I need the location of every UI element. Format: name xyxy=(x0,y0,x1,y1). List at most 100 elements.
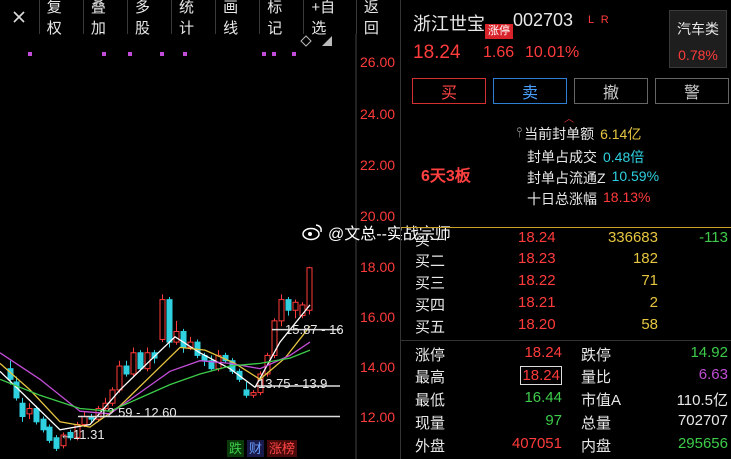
seal-row: 封单占流通Z 10.59% xyxy=(527,168,659,188)
stats-row: 最高 18.24 量比 6.63 xyxy=(401,366,731,388)
candle-body[interactable] xyxy=(53,437,60,449)
close-button[interactable] xyxy=(0,0,39,34)
candle-body[interactable] xyxy=(46,426,53,441)
seal-label: 当前封单额 xyxy=(524,126,595,142)
candle-body[interactable] xyxy=(166,299,173,343)
tag-fall[interactable]: 跌 xyxy=(227,440,245,457)
diamond-icon[interactable] xyxy=(300,35,312,47)
candle-body[interactable] xyxy=(271,320,278,356)
stat-label: 最高 xyxy=(415,369,446,386)
draw-line-button[interactable]: 画线 xyxy=(215,0,259,37)
candle-body[interactable] xyxy=(250,392,257,396)
overlay-button[interactable]: 叠加 xyxy=(82,0,127,37)
candle-body[interactable] xyxy=(278,299,285,322)
ob-volume: 71 xyxy=(641,272,658,289)
ob-price: 18.24 xyxy=(518,229,556,246)
alert-button[interactable]: 警 xyxy=(655,78,729,104)
cancel-order-button[interactable]: 撤 xyxy=(574,78,648,104)
stat-label: 总量 xyxy=(581,415,612,432)
candle-body[interactable] xyxy=(159,299,166,340)
range-annotation-mid: 13.75 - 13.9 xyxy=(258,376,328,391)
ob-volume: 336683 xyxy=(607,229,658,246)
orderbook-divider xyxy=(401,227,731,228)
candle-body[interactable] xyxy=(180,331,187,348)
close-icon xyxy=(13,11,25,23)
orderbook-row: 买一 18.24 336683 -113 xyxy=(401,229,731,252)
ob-price: 18.21 xyxy=(518,294,556,311)
y-tick-label: 24.00 xyxy=(360,106,396,122)
tag-finance[interactable]: 财 xyxy=(247,440,265,457)
low-price-annotation: ←11.31 xyxy=(60,427,105,442)
mark-button[interactable]: 标记 xyxy=(259,0,303,37)
candle-body[interactable] xyxy=(81,416,88,425)
info-pin-icon: ⫯ xyxy=(516,124,523,140)
candle-body[interactable] xyxy=(137,352,144,370)
stat-label: 内盘 xyxy=(581,438,612,455)
ob-volume: 182 xyxy=(632,250,658,267)
current-price: 18.24 xyxy=(413,42,461,63)
stat-label: 量比 xyxy=(581,369,612,386)
add-watchlist-button[interactable]: +自选 xyxy=(303,0,356,37)
candle-body[interactable] xyxy=(26,408,33,415)
candle-body[interactable] xyxy=(285,299,292,311)
candle-body[interactable] xyxy=(243,389,250,396)
candle-body[interactable] xyxy=(19,402,26,417)
orderbook-row: 买三 18.22 71 xyxy=(401,272,731,295)
event-marker[interactable] xyxy=(272,52,276,56)
range-annotation-high: 15.87 - 16 xyxy=(285,322,344,337)
candle-body[interactable] xyxy=(306,267,313,311)
ob-price: 18.23 xyxy=(518,250,556,267)
stat-label: 现量 xyxy=(415,415,446,432)
sell-button[interactable]: 卖 xyxy=(493,78,567,104)
consecutive-board-label: 6天3板 xyxy=(421,168,471,185)
price-change: 1.66 xyxy=(483,44,515,61)
event-marker[interactable] xyxy=(102,52,106,56)
candle-body[interactable] xyxy=(40,418,47,431)
buy-button[interactable]: 买 xyxy=(412,78,486,104)
stats-row: 外盘 407051 内盘 295656 xyxy=(401,435,731,457)
kline-chart[interactable] xyxy=(0,34,400,459)
event-marker[interactable] xyxy=(28,52,32,56)
seal-row: ⫯ 当前封单额 6.14亿 xyxy=(516,124,641,144)
ob-label: 买三 xyxy=(415,275,446,292)
stat-label: 市值A xyxy=(581,392,622,409)
orderbook-row: 买二 18.23 182 xyxy=(401,250,731,273)
candle-body[interactable] xyxy=(130,352,137,375)
candle-body[interactable] xyxy=(116,365,123,391)
stat-value: 18.24 xyxy=(520,366,562,385)
event-marker[interactable] xyxy=(183,52,187,56)
event-marker[interactable] xyxy=(128,52,132,56)
multi-stock-button[interactable]: 多股 xyxy=(126,0,171,37)
seal-value: 0.48倍 xyxy=(603,149,645,165)
back-button[interactable]: 返回 xyxy=(355,0,400,37)
stats-divider xyxy=(401,340,731,341)
y-tick-label: 18.00 xyxy=(360,259,396,275)
corner-resize-icon[interactable] xyxy=(322,36,332,46)
collapse-chevron-icon[interactable]: ︿ xyxy=(564,110,574,125)
statistics-button[interactable]: 统计 xyxy=(171,0,215,37)
stat-value: 295656 xyxy=(677,435,728,452)
stats-row: 涨停 18.24 跌停 14.92 xyxy=(401,344,731,366)
sector-pct: 0.78% xyxy=(678,47,718,63)
candle-body[interactable] xyxy=(292,301,299,311)
seal-value: 18.13% xyxy=(603,189,651,205)
orderbook-row: 买五 18.20 58 xyxy=(401,316,731,339)
y-tick-label: 26.00 xyxy=(360,54,396,70)
candle-body[interactable] xyxy=(123,365,130,375)
ob-label: 买二 xyxy=(415,253,446,270)
stat-value: 14.92 xyxy=(690,344,728,361)
range-annotation-low: 12.59 - 12.60 xyxy=(100,405,177,420)
stat-value: 97 xyxy=(545,412,562,429)
candle-body[interactable] xyxy=(33,408,40,423)
ob-label: 买四 xyxy=(415,297,446,314)
tag-gain-list[interactable]: 涨榜 xyxy=(267,440,298,457)
ob-label: 买五 xyxy=(415,319,446,336)
lr-indicator: L R xyxy=(588,14,611,26)
event-marker[interactable] xyxy=(262,52,266,56)
stat-value: 18.24 xyxy=(524,344,562,361)
event-marker[interactable] xyxy=(292,52,296,56)
kline-canvas[interactable] xyxy=(0,34,400,459)
sector-box[interactable]: 汽车类 0.78% xyxy=(669,10,727,68)
restore-rights-button[interactable]: 复权 xyxy=(38,0,83,37)
event-marker[interactable] xyxy=(160,52,164,56)
